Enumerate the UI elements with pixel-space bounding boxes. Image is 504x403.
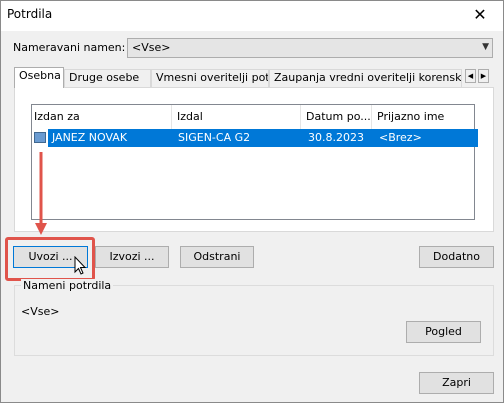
view-button[interactable]: Pogled xyxy=(406,321,481,343)
certificates-dialog: Potrdila ✕ Nameravani namen: <Vse> ▼ Ose… xyxy=(0,0,504,403)
mouse-cursor-icon xyxy=(74,256,87,275)
tab-personal[interactable]: Osebna xyxy=(14,67,64,88)
certificate-purposes-value: <Vse> xyxy=(21,305,60,318)
certificate-purposes-title: Nameni potrdila xyxy=(21,279,114,292)
export-button[interactable]: Izvozi ... xyxy=(95,246,169,268)
advanced-button[interactable]: Dodatno xyxy=(419,246,494,268)
close-button[interactable]: Zapri xyxy=(419,372,494,394)
remove-button[interactable]: Odstrani xyxy=(180,246,254,268)
